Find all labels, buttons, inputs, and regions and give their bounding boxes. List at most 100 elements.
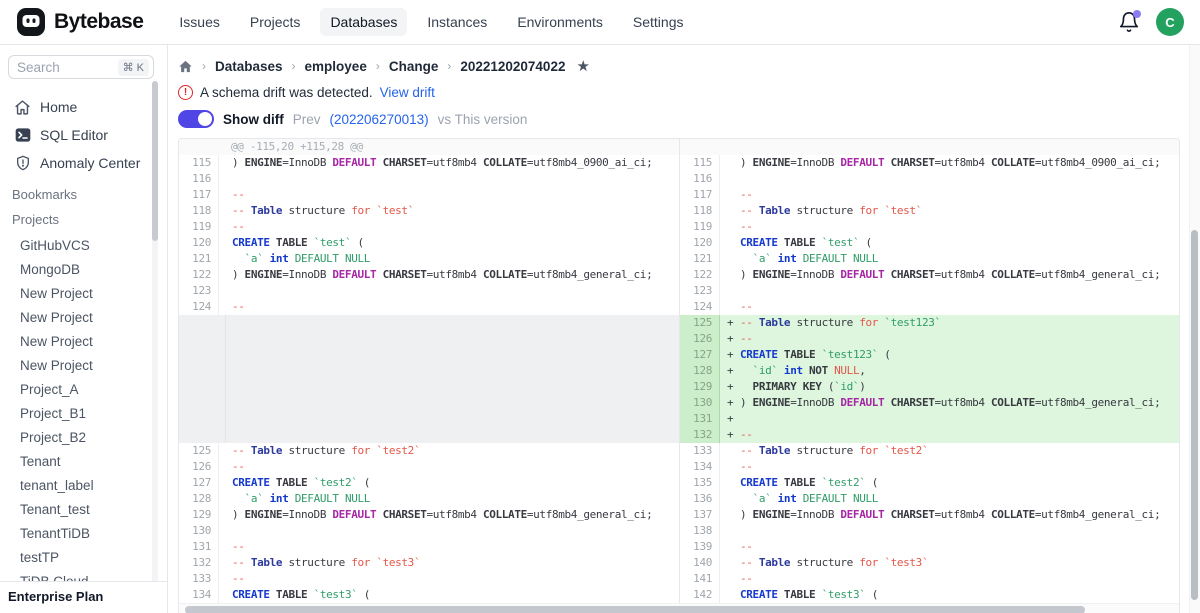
sidebar-item-label: Anomaly Center	[40, 155, 140, 171]
chevron-right-icon: ›	[447, 59, 451, 73]
diff-row: 129) ENGINE=InnoDB DEFAULT CHARSET=utf8m…	[179, 507, 679, 523]
notifications-bell[interactable]	[1118, 11, 1140, 33]
star-icon[interactable]: ★	[576, 57, 589, 75]
diff-added-row: 129+ PRIMARY KEY (`id`)	[680, 379, 1179, 395]
line-number: 116	[680, 171, 720, 187]
sidebar-item-home[interactable]: Home	[8, 93, 167, 121]
project-item[interactable]: Project_A	[8, 377, 167, 401]
prev-version-link[interactable]: (202206270013)	[330, 112, 429, 127]
nav-link-projects[interactable]: Projects	[240, 8, 311, 36]
project-item[interactable]: New Project	[8, 281, 167, 305]
diff-row: 122) ENGINE=InnoDB DEFAULT CHARSET=utf8m…	[179, 267, 679, 283]
project-item[interactable]: GitHubVCS	[8, 233, 167, 257]
diff-prefix: +	[720, 315, 740, 331]
diff-added-row: 132+--	[680, 427, 1179, 443]
code-line: --	[219, 299, 245, 315]
sidebar-item-anomaly-center[interactable]: Anomaly Center	[8, 149, 167, 177]
line-number: 117	[179, 187, 219, 203]
diff-row: 139 --	[680, 539, 1179, 555]
nav-link-issues[interactable]: Issues	[169, 8, 229, 36]
page-scrollbar-thumb[interactable]	[1191, 230, 1198, 600]
line-number: 132	[680, 427, 720, 443]
diff-prefix: +	[720, 379, 740, 395]
line-number: 115	[179, 155, 219, 171]
line-number: 133	[179, 571, 219, 587]
line-number: 122	[179, 267, 219, 283]
bytebase-logo-icon	[16, 7, 46, 37]
diff-row: 123	[179, 283, 679, 299]
line-number: 119	[680, 219, 720, 235]
project-item[interactable]: New Project	[8, 305, 167, 329]
line-number: 118	[680, 203, 720, 219]
show-diff-toggle[interactable]	[178, 110, 214, 128]
diff-row: 115 ) ENGINE=InnoDB DEFAULT CHARSET=utf8…	[680, 155, 1179, 171]
project-item[interactable]: TenantTiDB	[8, 521, 167, 545]
project-item[interactable]: Project_B2	[8, 425, 167, 449]
line-number: 140	[680, 555, 720, 571]
diff-row: 131--	[179, 539, 679, 555]
project-item[interactable]: Tenant_test	[8, 497, 167, 521]
code-line	[219, 283, 232, 299]
view-drift-link[interactable]: View drift	[380, 85, 435, 100]
nav-link-databases[interactable]: Databases	[320, 8, 407, 36]
diff-prefix	[720, 507, 740, 523]
alert-circle-icon: !	[178, 85, 193, 100]
code-line: `id` int NOT NULL,	[740, 363, 866, 379]
project-item[interactable]: Project_B1	[8, 401, 167, 425]
diff-prefix	[720, 267, 740, 283]
project-item[interactable]: MongoDB	[8, 257, 167, 281]
projects-section-label: Projects	[12, 212, 167, 227]
search-placeholder: Search	[17, 60, 60, 75]
line-number: 136	[680, 491, 720, 507]
code-line: ) ENGINE=InnoDB DEFAULT CHARSET=utf8mb4 …	[740, 155, 1160, 171]
user-avatar[interactable]: C	[1156, 8, 1184, 36]
diff-added-row: 131+	[680, 411, 1179, 427]
code-line: `a` int DEFAULT NULL	[219, 491, 370, 507]
diff-row: 117--	[179, 187, 679, 203]
search-input[interactable]: Search ⌘ K	[8, 55, 154, 79]
diff-row: 135 CREATE TABLE `test2` (	[680, 475, 1179, 491]
project-item[interactable]: testTP	[8, 545, 167, 569]
line-number: 123	[179, 283, 219, 299]
project-item[interactable]: New Project	[8, 329, 167, 353]
diff-pane-previous: @@ -115,20 +115,28 @@115) ENGINE=InnoDB …	[179, 139, 679, 603]
diff-added-row: 128+ `id` int NOT NULL,	[680, 363, 1179, 379]
brand[interactable]: Bytebase	[16, 7, 143, 37]
diff-row: 136 `a` int DEFAULT NULL	[680, 491, 1179, 507]
diff-row: 117 --	[680, 187, 1179, 203]
diff-row: 124 --	[680, 299, 1179, 315]
code-line: -- Table structure for `test2`	[219, 443, 420, 459]
line-number: 121	[179, 251, 219, 267]
breadcrumb-databases[interactable]: Databases	[215, 59, 283, 74]
diff-horizontal-scrollbar[interactable]	[179, 603, 1179, 613]
diff-row: 118-- Table structure for `test`	[179, 203, 679, 219]
nav-link-instances[interactable]: Instances	[417, 8, 497, 36]
line-number: 130	[680, 395, 720, 411]
diff-toolbar: Show diff Prev (202206270013) vs This ve…	[178, 110, 1200, 128]
line-number: 126	[680, 331, 720, 347]
scrollbar-thumb[interactable]	[185, 606, 1085, 613]
schema-drift-alert: ! A schema drift was detected. View drif…	[178, 85, 1200, 100]
line-number: 139	[680, 539, 720, 555]
diff-prefix: +	[720, 411, 740, 427]
sidebar-item-sql-editor[interactable]: SQL Editor	[8, 121, 167, 149]
chevron-right-icon: ›	[202, 59, 206, 73]
diff-pane-current: 115 ) ENGINE=InnoDB DEFAULT CHARSET=utf8…	[679, 139, 1179, 603]
diff-row: 116	[680, 171, 1179, 187]
project-item[interactable]: Tenant	[8, 449, 167, 473]
project-item[interactable]: New Project	[8, 353, 167, 377]
diff-row: 138	[680, 523, 1179, 539]
project-item[interactable]: tenant_label	[8, 473, 167, 497]
breadcrumb-employee[interactable]: employee	[305, 59, 367, 74]
code-line: --	[219, 539, 245, 555]
line-number: 134	[680, 459, 720, 475]
breadcrumb-change[interactable]: Change	[389, 59, 439, 74]
sidebar-scrollbar-thumb[interactable]	[152, 81, 158, 241]
nav-link-settings[interactable]: Settings	[623, 8, 694, 36]
home-icon[interactable]	[178, 59, 193, 74]
line-number: 129	[680, 379, 720, 395]
diff-prefix	[720, 523, 740, 539]
code-line: --	[219, 459, 245, 475]
code-line: --	[740, 571, 753, 587]
nav-link-environments[interactable]: Environments	[507, 8, 613, 36]
